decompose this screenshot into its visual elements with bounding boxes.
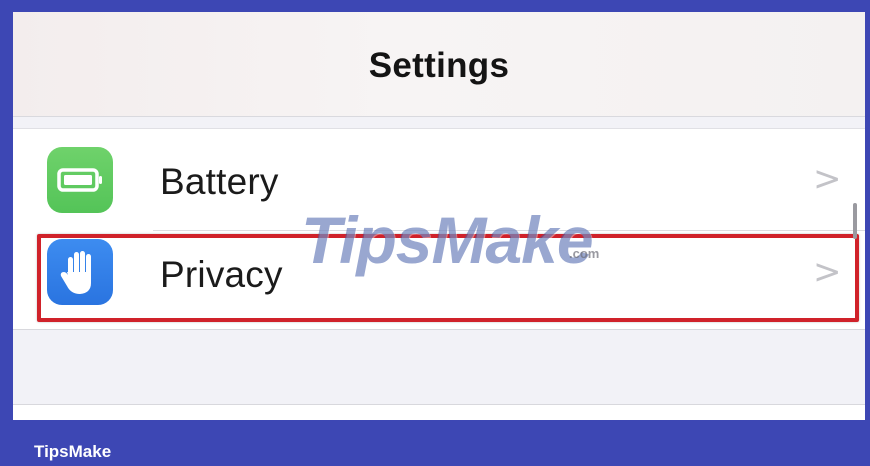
settings-screen: Settings Battery > Privacy > TipsMake .c… bbox=[13, 12, 865, 420]
chevron-right-icon: > bbox=[813, 159, 842, 199]
footer-brand: TipsMake bbox=[34, 442, 112, 461]
row-label-battery: Battery bbox=[160, 161, 279, 202]
battery-icon bbox=[47, 147, 113, 213]
next-group-cell bbox=[13, 405, 865, 420]
scroll-indicator[interactable] bbox=[853, 203, 857, 239]
settings-row-battery[interactable]: Battery > bbox=[13, 131, 865, 231]
page-title: Settings bbox=[368, 46, 510, 85]
navigation-bar: Settings bbox=[13, 12, 865, 117]
highlight-box bbox=[37, 234, 859, 322]
